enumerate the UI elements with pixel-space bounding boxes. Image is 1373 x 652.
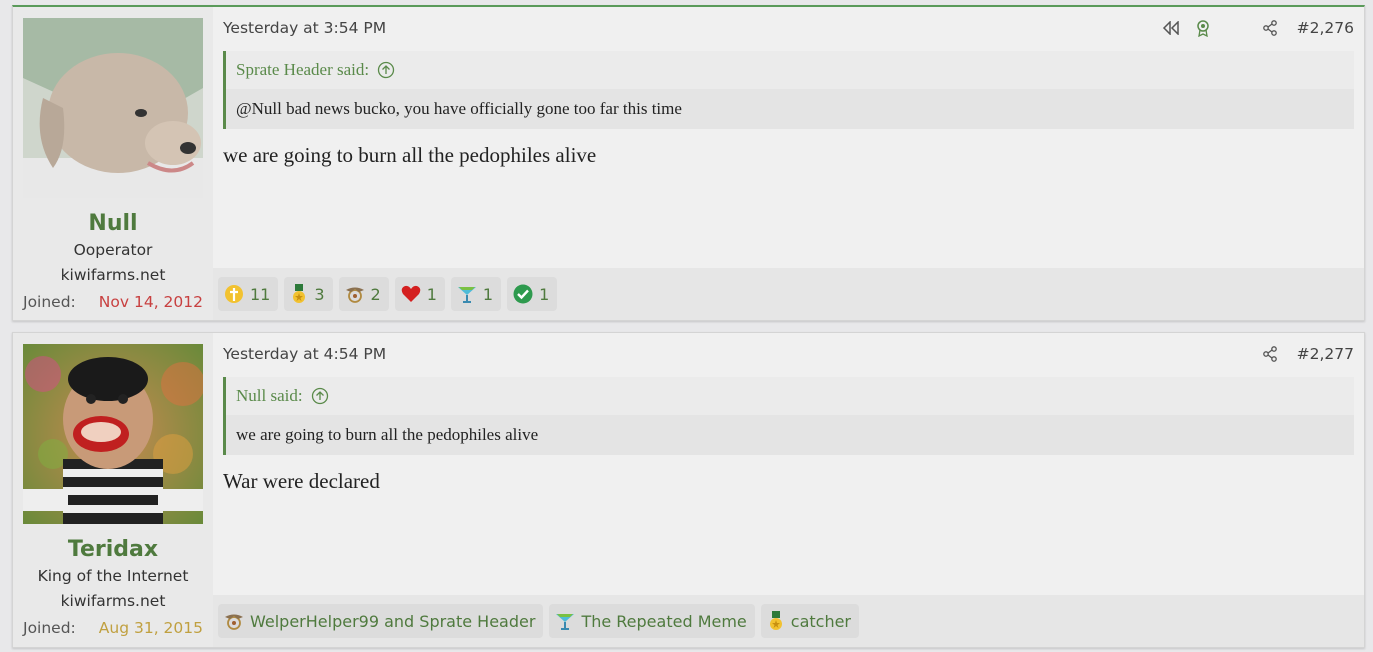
quote-header[interactable]: Sprate Header said: — [226, 51, 1354, 89]
reaction-medal[interactable]: 3 — [284, 277, 333, 311]
reaction-users[interactable]: WelperHelper99 and Sprate Header — [250, 612, 535, 631]
arrow-up-circle-icon[interactable] — [311, 387, 329, 405]
eagle-emblem-icon — [225, 614, 243, 630]
reactions-bar: 11 3 2 1 1 1 — [213, 268, 1364, 320]
arrow-up-circle-icon[interactable] — [377, 61, 395, 79]
checkmark-icon — [513, 284, 533, 304]
share-icon[interactable] — [1259, 343, 1281, 365]
user-site: kiwifarms.net — [60, 266, 166, 284]
quote-block: Null said: we are going to burn all the … — [223, 377, 1354, 455]
user-title: Ooperator — [73, 241, 153, 259]
post-2276: Null Ooperator kiwifarms.net Joined: Nov… — [12, 5, 1365, 321]
joined-label: Joined: — [23, 619, 76, 637]
quote-author[interactable]: Null said: — [236, 386, 303, 406]
rewind-icon[interactable] — [1160, 17, 1182, 39]
share-icon[interactable] — [1259, 17, 1281, 39]
joined-row: Joined: Nov 14, 2012 — [23, 289, 203, 315]
reactions-bar: WelperHelper99 and Sprate Header The Rep… — [213, 595, 1364, 647]
reaction-medal[interactable]: catcher — [760, 604, 859, 638]
post-timestamp[interactable]: Yesterday at 3:54 PM — [223, 19, 1160, 37]
reaction-eagle-emblem[interactable]: 2 — [338, 277, 389, 311]
user-info: Null Ooperator kiwifarms.net Joined: Nov… — [13, 7, 213, 320]
post-number[interactable]: #2,276 — [1297, 19, 1354, 37]
cocktail-icon — [457, 287, 476, 303]
eagle-emblem-icon — [345, 287, 364, 303]
post-message: we are going to burn all the pedophiles … — [223, 143, 597, 167]
username[interactable]: Null — [23, 210, 203, 238]
quote-text: @Null bad news bucko, you have officiall… — [226, 89, 1354, 129]
medal-icon — [769, 611, 782, 630]
post-timestamp[interactable]: Yesterday at 4:54 PM — [223, 345, 1259, 363]
medal-icon — [293, 284, 306, 303]
reaction-eagle-emblem[interactable]: WelperHelper99 and Sprate Header — [218, 604, 544, 638]
user-site: kiwifarms.net — [60, 592, 166, 610]
reaction-checkmark[interactable]: 1 — [507, 277, 558, 311]
post-main: Yesterday at 4:54 PM #2,277 Null said: w… — [213, 333, 1364, 647]
reaction-cocktail[interactable]: 1 — [450, 277, 502, 311]
post-header: Yesterday at 4:54 PM #2,277 — [213, 333, 1364, 375]
username[interactable]: Teridax — [23, 536, 203, 564]
gold-cross-icon — [225, 285, 243, 303]
heart-icon — [401, 285, 421, 302]
reaction-count: 1 — [482, 284, 494, 304]
reaction-gold-cross[interactable]: 11 — [218, 277, 279, 311]
reaction-count: 3 — [314, 284, 325, 304]
post-number[interactable]: #2,277 — [1297, 345, 1354, 363]
joined-row: Joined: Aug 31, 2015 — [23, 615, 203, 641]
joined-label: Joined: — [23, 293, 76, 311]
reaction-count: 1 — [539, 284, 550, 304]
reaction-count: 11 — [250, 284, 271, 304]
reaction-users[interactable]: catcher — [791, 612, 851, 631]
post-header: Yesterday at 3:54 PM #2,276 — [213, 7, 1364, 49]
reaction-cocktail[interactable]: The Repeated Meme — [549, 604, 755, 638]
reaction-heart[interactable]: 1 — [394, 277, 445, 311]
user-info: Teridax King of the Internet kiwifarms.n… — [13, 333, 213, 647]
avatar[interactable] — [23, 18, 203, 198]
award-ribbon-icon[interactable] — [1192, 17, 1214, 39]
post-2277: Teridax King of the Internet kiwifarms.n… — [12, 332, 1365, 648]
reaction-count: 1 — [426, 284, 437, 304]
reaction-count: 2 — [370, 284, 381, 304]
post-message: War were declared — [223, 469, 380, 493]
avatar[interactable] — [23, 344, 203, 524]
joined-date: Nov 14, 2012 — [98, 293, 203, 311]
quote-block: Sprate Header said: @Null bad news bucko… — [223, 51, 1354, 129]
quote-header[interactable]: Null said: — [226, 377, 1354, 415]
quote-author[interactable]: Sprate Header said: — [236, 60, 369, 80]
user-title: King of the Internet — [37, 567, 189, 585]
quote-text: we are going to burn all the pedophiles … — [226, 415, 1354, 455]
cocktail-icon — [556, 614, 575, 630]
reaction-users[interactable]: The Repeated Meme — [581, 612, 746, 631]
post-main: Yesterday at 3:54 PM #2,276 Sprate Heade… — [213, 7, 1364, 320]
joined-date: Aug 31, 2015 — [98, 619, 203, 637]
